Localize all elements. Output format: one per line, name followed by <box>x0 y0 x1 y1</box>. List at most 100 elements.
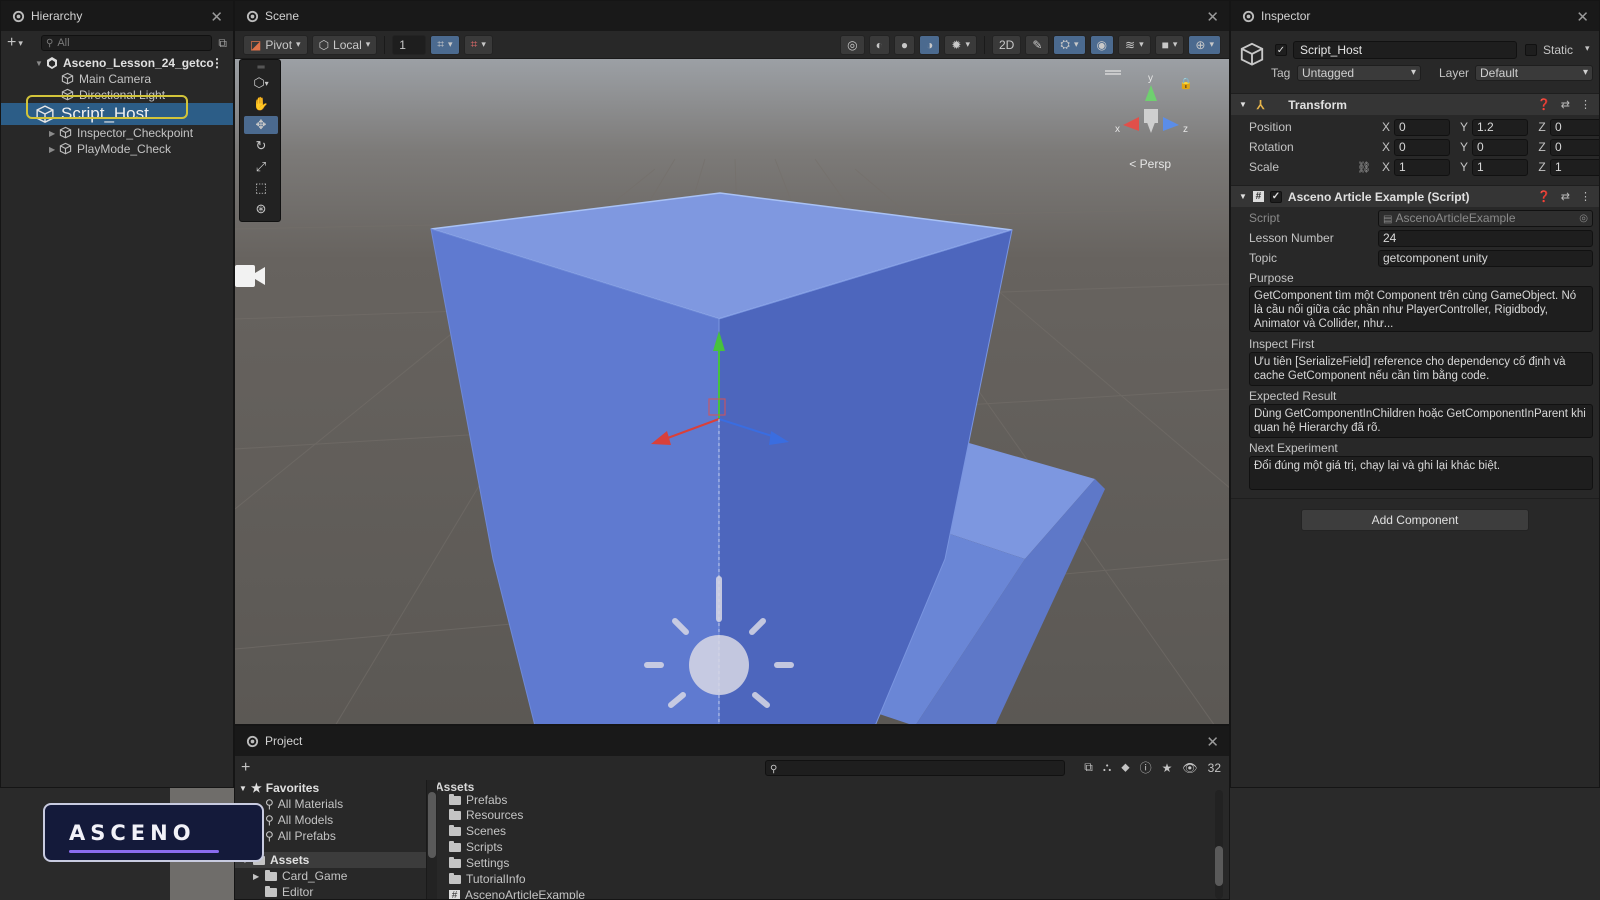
hierarchy-add-button[interactable]: + ▾ <box>7 34 35 52</box>
rotation-y-field[interactable]: 0 <box>1472 138 1528 156</box>
project-search-input[interactable]: ⚲ <box>765 760 1065 776</box>
active-checkbox[interactable]: ✓ <box>1275 44 1287 56</box>
asset-folder-prefabs[interactable]: Prefabs <box>431 793 1229 807</box>
tree-folder-editor[interactable]: Editor <box>235 884 426 899</box>
position-y-field[interactable]: 1.2 <box>1472 118 1528 136</box>
lighting-toggle-button[interactable]: ✎ <box>1025 34 1050 55</box>
gizmos-button[interactable]: ⊕ ▾ <box>1188 34 1221 55</box>
filter-by-label-icon[interactable]: ⬥ <box>1121 760 1129 775</box>
scale-z-field[interactable]: 1 <box>1550 158 1599 176</box>
scene-visibility-button[interactable]: ◉ <box>1089 34 1115 55</box>
hierarchy-close-icon[interactable]: ✕ <box>210 8 223 26</box>
expand-arrow-icon[interactable]: ▼ <box>1239 192 1247 201</box>
gameobject-icon[interactable] <box>1239 41 1265 70</box>
grid-snap-button[interactable]: ⌗ ▾ <box>430 34 460 55</box>
hierarchy-tab[interactable]: Hierarchy ✕ <box>1 1 233 31</box>
project-add-button[interactable]: + <box>241 759 250 777</box>
more-menu-icon[interactable]: ⋮ <box>1580 98 1591 111</box>
hand-tool[interactable]: ✋ <box>244 95 278 113</box>
hierarchy-scene-row[interactable]: ▼ Asceno_Lesson_24_getco ⋮ <box>1 55 233 71</box>
layer-dropdown[interactable]: Default <box>1475 65 1593 81</box>
expand-arrow-icon[interactable]: ▶ <box>49 145 59 154</box>
render-debug-button[interactable]: ✹ ▾ <box>944 34 977 55</box>
next-experiment-textarea[interactable]: Đổi đúng một giá trị, chạy lại và ghi lạ… <box>1249 456 1593 490</box>
purpose-textarea[interactable]: GetComponent tìm một Component trên cùng… <box>1249 286 1593 332</box>
hierarchy-item-inspector-checkpoint[interactable]: ▶ Inspector_Checkpoint <box>1 125 233 141</box>
layers-button[interactable]: ≋ ▾ <box>1118 34 1151 55</box>
search-by-type-icon[interactable]: ⧉ <box>218 36 227 51</box>
scale-tool[interactable]: ⤢ <box>244 158 278 176</box>
camera-settings-button[interactable]: ■ ▾ <box>1154 34 1185 55</box>
project-close-icon[interactable]: ✕ <box>1206 733 1219 751</box>
hierarchy-item-playmode-check[interactable]: ▶ PlayMode_Check <box>1 141 233 157</box>
hierarchy-item-main-camera[interactable]: Main Camera <box>1 71 233 87</box>
inspector-tab[interactable]: Inspector ✕ <box>1231 1 1599 31</box>
local-dropdown[interactable]: ⬡ Local ▾ <box>311 34 378 55</box>
tree-folder-card-game[interactable]: ▶ Card_Game <box>235 868 426 884</box>
asset-folder-resources[interactable]: Resources <box>431 807 1229 823</box>
move-tool[interactable]: ✥ <box>244 116 278 134</box>
transform-tool[interactable]: ⊛ <box>244 200 278 218</box>
grid-visibility-button[interactable]: ⌗ ▾ <box>463 34 493 55</box>
object-picker-icon[interactable]: ◎ <box>1579 211 1588 226</box>
expand-arrow-icon[interactable]: ▼ <box>35 59 45 68</box>
unlit-shading-button[interactable]: ● <box>893 34 916 55</box>
hierarchy-search-input[interactable]: ⚲ All <box>41 35 213 51</box>
gizmo-lock-icon[interactable]: 🔒 <box>1179 77 1193 90</box>
grid-increment-field[interactable]: 1 <box>392 34 427 55</box>
lesson-number-field[interactable]: 24 <box>1378 229 1593 247</box>
topic-field[interactable]: getcomponent unity <box>1378 249 1593 267</box>
scene-close-icon[interactable]: ✕ <box>1206 8 1219 26</box>
project-tab[interactable]: Project ✕ <box>235 726 1229 756</box>
wireframe-shading-button[interactable]: ◎ <box>840 34 865 55</box>
persp-toggle[interactable]: < Persp <box>1129 157 1171 171</box>
asset-folder-scenes[interactable]: Scenes <box>431 823 1229 839</box>
assets-scrollbar[interactable] <box>1215 790 1223 899</box>
more-menu-icon[interactable]: ⋮ <box>1580 190 1591 203</box>
tag-dropdown[interactable]: Untagged <box>1297 65 1421 81</box>
rotation-x-field[interactable]: 0 <box>1394 138 1450 156</box>
pivot-dropdown[interactable]: ◪ Pivot ▾ <box>243 34 308 55</box>
search-type-icon[interactable]: ⧉ <box>1084 760 1093 775</box>
2d-toggle-button[interactable]: 2D <box>992 34 1022 55</box>
lit-shading-button[interactable]: ◑ <box>919 34 941 55</box>
hidden-packages-icon[interactable]: 👁 <box>1182 761 1197 775</box>
object-name-field[interactable]: Script_Host <box>1293 41 1517 59</box>
favorites-header[interactable]: ▼ ★ Favorites <box>235 780 426 796</box>
scrollbar-thumb[interactable] <box>1215 846 1223 886</box>
scale-link-icon[interactable]: ⛓ <box>1357 161 1371 174</box>
scene-tab[interactable]: Scene ✕ <box>235 1 1229 31</box>
presets-icon[interactable]: ⇄ <box>1561 190 1570 203</box>
add-component-button[interactable]: Add Component <box>1301 509 1529 531</box>
favorite-star-icon[interactable]: ★ <box>1162 761 1173 775</box>
position-z-field[interactable]: 0 <box>1550 118 1599 136</box>
asset-folder-scripts[interactable]: Scripts <box>431 839 1229 855</box>
expand-arrow-icon[interactable]: ▼ <box>239 784 251 793</box>
component-enabled-checkbox[interactable]: ✓ <box>1269 190 1282 203</box>
inspect-first-textarea[interactable]: Ưu tiên [SerializeField] reference cho d… <box>1249 352 1593 386</box>
scrollbar-thumb[interactable] <box>428 792 436 858</box>
expand-arrow-icon[interactable]: ▶ <box>253 872 265 881</box>
scale-x-field[interactable]: 1 <box>1394 158 1450 176</box>
scene-menu-icon[interactable]: ⋮ <box>211 56 223 70</box>
static-dropdown-icon[interactable]: ▾ <box>1585 43 1590 54</box>
asset-folder-tutorialinfo[interactable]: TutorialInfo <box>431 871 1229 887</box>
static-checkbox[interactable] <box>1525 44 1537 56</box>
presets-icon[interactable]: ⇄ <box>1561 98 1570 111</box>
help-icon[interactable]: ❓ <box>1537 98 1551 111</box>
help-icon[interactable]: ❓ <box>1537 190 1551 203</box>
hierarchy-item-directional-light[interactable]: Directional Light <box>1 87 233 103</box>
expected-result-textarea[interactable]: Dùng GetComponentInChildren hoặc GetComp… <box>1249 404 1593 438</box>
tree-scrollbar[interactable] <box>427 780 437 899</box>
hierarchy-item-script-host[interactable]: Script_Host <box>1 103 233 125</box>
filter-by-type-icon[interactable]: ⛬ <box>1103 760 1111 775</box>
view-options-dropdown[interactable]: ⬡ ▾ <box>244 74 278 92</box>
shaded-wireframe-button[interactable]: ◐ <box>868 34 890 55</box>
scale-y-field[interactable]: 1 <box>1472 158 1528 176</box>
asset-script-file[interactable]: # AscenoArticleExample <box>431 887 1229 899</box>
expand-arrow-icon[interactable]: ▼ <box>1239 100 1247 109</box>
log-types-icon[interactable]: ⓘ <box>1140 759 1152 776</box>
effects-toggle-button[interactable]: ⛭ ▾ <box>1053 34 1086 55</box>
rotation-z-field[interactable]: 0 <box>1550 138 1599 156</box>
transform-header[interactable]: ▼ ⅄ Transform ❓ ⇄ ⋮ <box>1231 93 1599 115</box>
